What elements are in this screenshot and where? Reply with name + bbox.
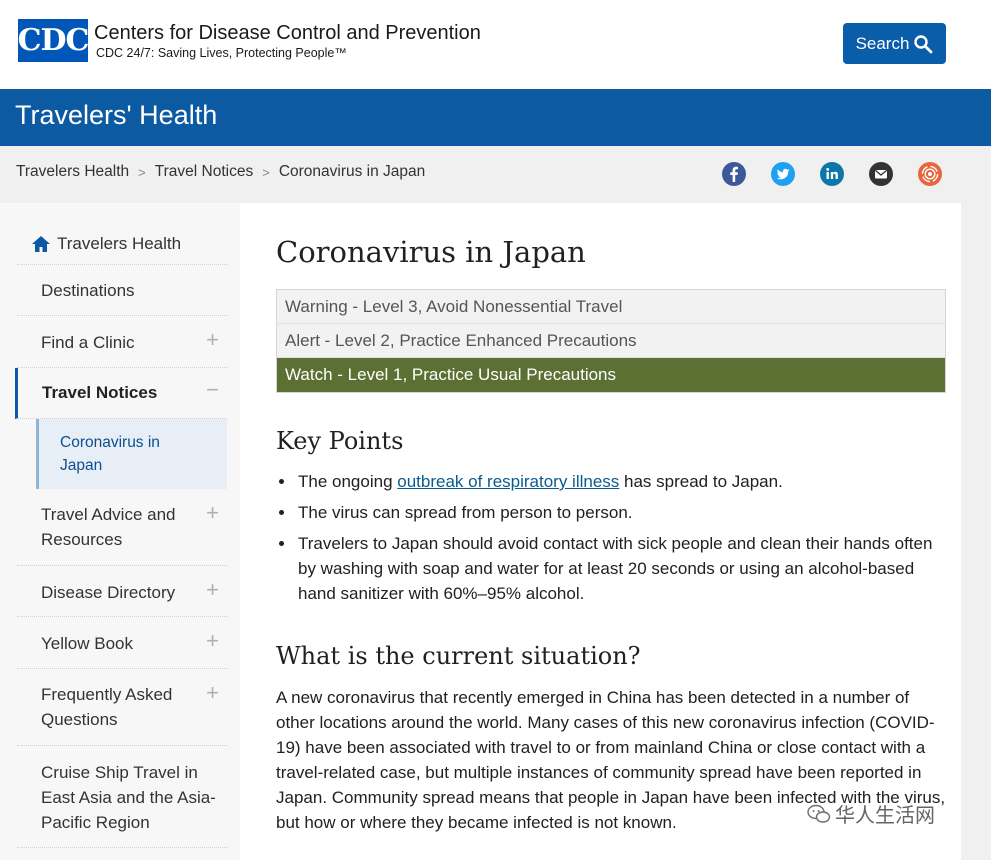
sidebar-item-label: Destinations [41,281,135,300]
sidebar-subitem-coronavirus-japan[interactable]: Coronavirus in Japan [36,419,227,489]
expand-plus-icon[interactable]: + [206,327,219,352]
sidebar-item-label: Travelers Health [57,234,182,253]
sidebar-item-label: Yellow Book [41,634,133,653]
banner-title[interactable]: Travelers' Health [15,100,217,131]
home-icon [32,235,50,252]
linkedin-icon[interactable] [819,161,845,187]
email-icon[interactable] [868,161,894,187]
level-alert: Alert - Level 2, Practice Enhanced Preca… [277,324,945,358]
key-points-heading: Key Points [276,427,404,455]
sidebar-item-faq[interactable]: Frequently Asked Questions + [17,669,227,746]
key-points-list: The ongoing outbreak of respiratory illn… [296,469,946,612]
search-button[interactable]: Search [843,23,946,64]
breadcrumb-travel-notices[interactable]: Travel Notices [155,163,253,181]
breadcrumb-travelers-health[interactable]: Travelers Health [16,163,129,181]
syndicate-icon[interactable] [917,161,943,187]
page-title: Coronavirus in Japan [276,235,586,269]
sidebar-item-label: Travel Advice and Resources [41,505,176,549]
section-banner: Travelers' Health [0,89,991,146]
level-watch-active: Watch - Level 1, Practice Usual Precauti… [277,358,945,392]
breadcrumb-separator: > [262,164,270,180]
text-fragment: The ongoing [298,472,398,491]
text-fragment: has spread to Japan. [619,472,783,491]
sidebar-item-disease-directory[interactable]: Disease Directory + [17,566,227,617]
site-header: CDC Centers for Disease Control and Prev… [0,0,991,89]
collapse-minus-icon[interactable]: − [206,377,219,402]
level-warning: Warning - Level 3, Avoid Nonessential Tr… [277,290,945,324]
sidebar-item-travel-notices[interactable]: Travel Notices − [15,368,227,419]
twitter-icon[interactable] [770,161,796,187]
main-content: Coronavirus in Japan Warning - Level 3, … [240,203,961,860]
sidebar-item-find-a-clinic[interactable]: Find a Clinic + [17,316,227,368]
sidebar-item-travelers-health[interactable]: Travelers Health [17,227,227,265]
search-label: Search [855,33,910,53]
breadcrumb: Travelers Health > Travel Notices > Coro… [16,163,425,181]
sidebar-item-cruise-ship[interactable]: Cruise Ship Travel in East Asia and the … [17,746,227,848]
left-sidebar: Travelers Health Destinations Find a Cli… [0,203,240,860]
breadcrumb-current[interactable]: Coronavirus in Japan [279,163,425,181]
expand-plus-icon[interactable]: + [206,628,219,653]
outbreak-link[interactable]: outbreak of respiratory illness [397,472,619,491]
list-item: The virus can spread from person to pers… [296,500,946,525]
sidebar-item-label: Coronavirus in Japan [60,434,160,474]
watermark: 华人生活网 [807,799,935,828]
search-icon [914,34,933,53]
org-tagline: CDC 24/7: Saving Lives, Protecting Peopl… [96,46,347,60]
cdc-logo[interactable]: CDC [17,19,90,62]
facebook-icon[interactable] [721,161,747,187]
sidebar-item-yellow-book[interactable]: Yellow Book + [17,617,227,669]
sidebar-item-label: Frequently Asked Questions [41,685,173,729]
sidebar-item-destinations[interactable]: Destinations [17,265,227,316]
wechat-icon [807,804,831,823]
sidebar-item-label: Disease Directory [41,583,176,602]
sidebar-item-label: Travel Notices [42,383,158,402]
situation-heading: What is the current situation? [276,642,641,670]
travel-notice-levels: Warning - Level 3, Avoid Nonessential Tr… [276,289,946,393]
expand-plus-icon[interactable]: + [206,680,219,705]
sidebar-item-label: Cruise Ship Travel in East Asia and the … [41,763,216,832]
expand-plus-icon[interactable]: + [206,577,219,602]
expand-plus-icon[interactable]: + [206,500,219,525]
breadcrumb-separator: > [138,164,146,180]
watermark-text: 华人生活网 [835,805,935,827]
list-item: The ongoing outbreak of respiratory illn… [296,469,946,494]
logo-text: CDC [17,23,90,58]
sidebar-item-travel-advice[interactable]: Travel Advice and Resources + [17,489,227,566]
org-name[interactable]: Centers for Disease Control and Preventi… [94,22,481,45]
sidebar-item-label: Find a Clinic [41,333,135,352]
list-item: Travelers to Japan should avoid contact … [296,531,946,606]
